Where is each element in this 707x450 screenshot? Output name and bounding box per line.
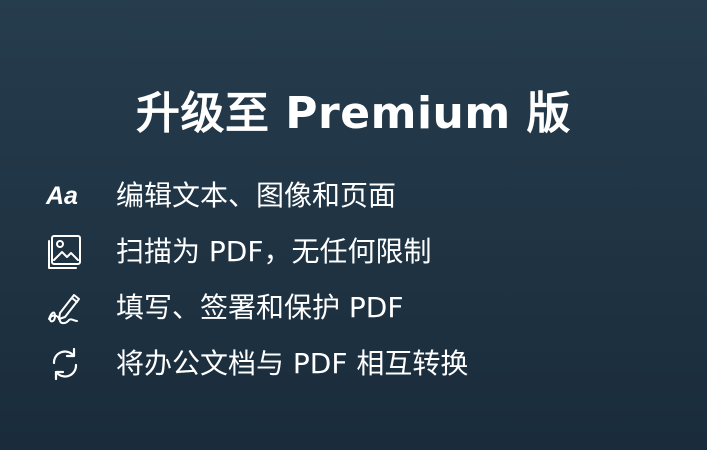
image-scan-icon	[46, 232, 90, 272]
convert-arrows-icon	[46, 344, 90, 384]
feature-item-sign: 填写、签署和保护 PDF	[46, 280, 686, 336]
feature-label: 填写、签署和保护 PDF	[116, 291, 404, 324]
feature-item-edit: Aa 编辑文本、图像和页面	[46, 168, 686, 224]
feature-item-scan: 扫描为 PDF，无任何限制	[46, 224, 686, 280]
feature-item-convert: 将办公文档与 PDF 相互转换	[46, 336, 686, 392]
premium-title: 升级至 Premium 版	[135, 88, 572, 139]
premium-upgrade-panel: 升级至 Premium 版 Aa 编辑文本、图像和页面 扫描为 PDF，无任何限…	[0, 0, 707, 450]
feature-label: 编辑文本、图像和页面	[116, 179, 397, 212]
signature-pen-icon	[46, 288, 90, 328]
feature-list: Aa 编辑文本、图像和页面 扫描为 PDF，无任何限制 填写、签署和保护 PDF…	[46, 168, 686, 392]
feature-label: 将办公文档与 PDF 相互转换	[116, 347, 469, 380]
feature-label: 扫描为 PDF，无任何限制	[116, 235, 432, 268]
text-aa-icon: Aa	[46, 182, 78, 210]
